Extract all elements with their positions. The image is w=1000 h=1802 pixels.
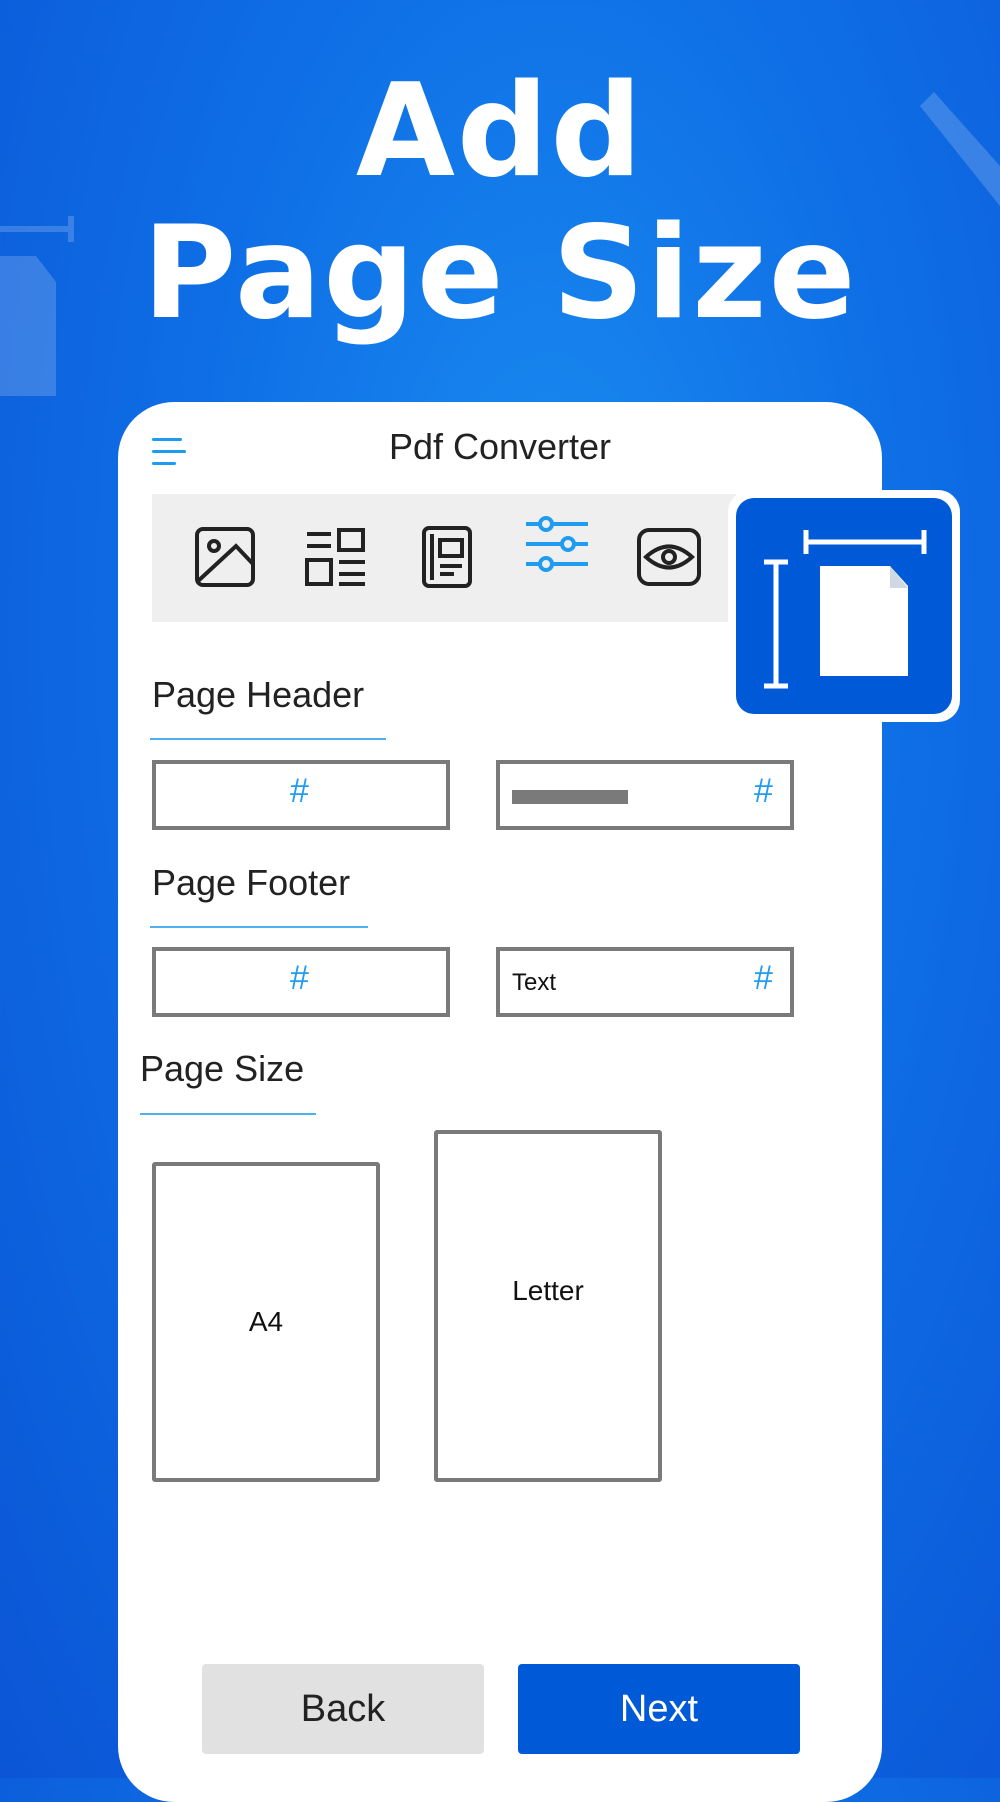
- page-size-option-a4-label: A4: [248, 1306, 284, 1337]
- sliders-icon[interactable]: [524, 514, 590, 580]
- page-size-option-letter-label: Letter: [512, 1275, 584, 1306]
- header-right-field[interactable]: #: [496, 760, 794, 830]
- page-footer-label: Page Footer: [152, 862, 351, 903]
- header-right-placeholder-bar: [512, 790, 628, 804]
- headline-line-2: Page Size: [142, 199, 858, 348]
- document-icon[interactable]: [414, 524, 480, 590]
- page-size-option-a4[interactable]: A4: [152, 1162, 380, 1482]
- footer-right-symbol: #: [754, 959, 773, 997]
- footer-left-field[interactable]: #: [152, 947, 450, 1017]
- footer-left-symbol: #: [290, 959, 309, 997]
- page-header-label: Page Header: [152, 674, 365, 715]
- page-size-label: Page Size: [140, 1048, 305, 1089]
- footer-right-field[interactable]: Text #: [496, 947, 794, 1017]
- app-title: Pdf Converter: [388, 426, 612, 467]
- footer-right-value: Text: [512, 969, 557, 996]
- headline-line-1: Add: [355, 57, 645, 206]
- next-button[interactable]: Next: [518, 1664, 800, 1754]
- header-right-symbol: #: [754, 772, 773, 810]
- page-size-icon: [764, 530, 927, 689]
- page-size-underline: [140, 1113, 316, 1115]
- page-size-badge: [728, 490, 960, 722]
- page-size-option-letter[interactable]: Letter: [434, 1130, 662, 1482]
- page-header-underline: [150, 738, 386, 740]
- header-left-symbol: #: [290, 772, 309, 810]
- layout-icon[interactable]: [302, 524, 368, 590]
- back-button[interactable]: Back: [202, 1664, 484, 1754]
- header-left-field[interactable]: #: [152, 760, 450, 830]
- page-footer-underline: [150, 926, 368, 928]
- eye-icon[interactable]: [636, 524, 702, 590]
- image-icon[interactable]: [192, 524, 258, 590]
